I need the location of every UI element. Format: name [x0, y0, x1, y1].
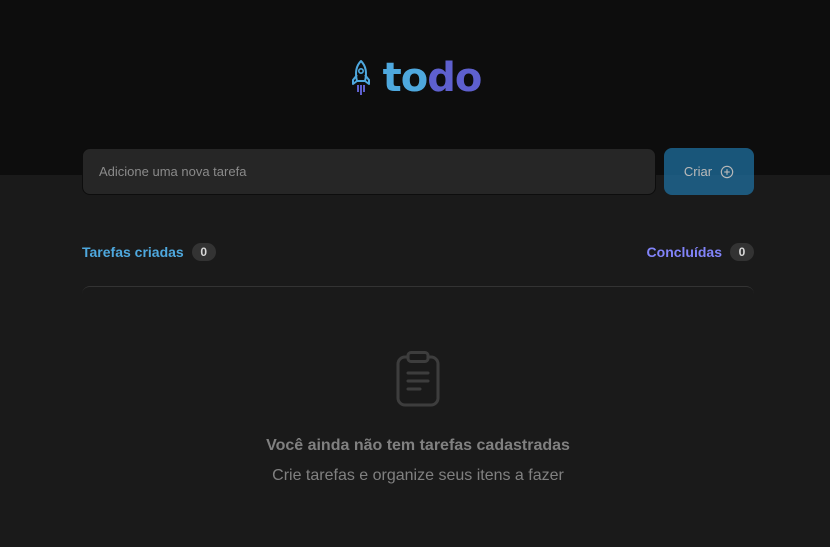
created-count-badge: 0 — [191, 243, 216, 261]
task-counters: Tarefas criadas 0 Concluídas 0 — [82, 242, 754, 262]
done-count-badge: 0 — [730, 243, 754, 261]
empty-state: Você ainda não tem tarefas cadastradas C… — [82, 286, 754, 547]
plus-circle-icon — [720, 165, 734, 178]
created-counter: Tarefas criadas 0 — [82, 243, 216, 261]
rocket-icon — [351, 60, 370, 95]
empty-state-subtitle: Crie tarefas e organize seus itens a faz… — [272, 467, 564, 484]
done-label: Concluídas — [646, 244, 722, 260]
new-task-form: Criar — [82, 148, 754, 195]
logo: todo — [0, 56, 830, 100]
clipboard-icon — [396, 351, 440, 407]
new-task-input[interactable] — [82, 148, 656, 195]
empty-state-title: Você ainda não tem tarefas cadastradas — [266, 437, 570, 454]
done-counter: Concluídas 0 — [647, 243, 754, 261]
logo-text: todo — [382, 55, 483, 101]
logo-text-to: to — [382, 55, 429, 101]
create-button[interactable]: Criar — [664, 148, 754, 195]
logo-text-do: do — [427, 55, 482, 101]
created-label: Tarefas criadas — [82, 244, 184, 260]
create-button-label: Criar — [683, 164, 713, 179]
